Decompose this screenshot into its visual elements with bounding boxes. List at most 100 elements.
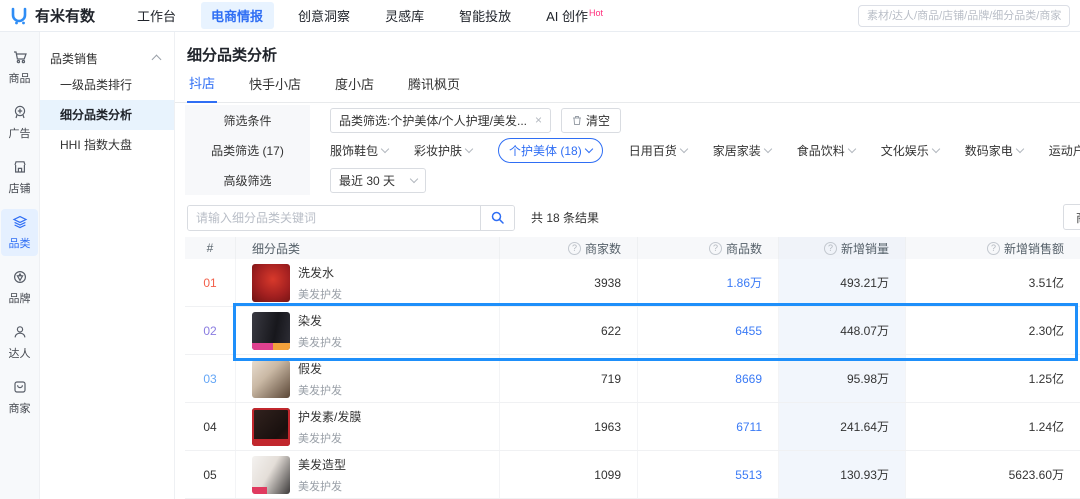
- active-filter-tag-label: 品类筛选:个护美体/个人护理/美发...: [339, 112, 527, 129]
- page-title: 细分品类分析: [187, 44, 277, 65]
- main-content: 细分品类分析 抖店 快手小店 度小店 腾讯枫页 筛选条件 品类筛选:个护美体/个人护理…: [175, 32, 1080, 499]
- table-row[interactable]: 04 护发素/发膜 美发护发 1963 6711 2: [185, 403, 1080, 451]
- category-chip[interactable]: 家居家装: [713, 142, 771, 159]
- active-filter-tag[interactable]: 品类筛选:个护美体/个人护理/美发... ×: [330, 108, 551, 133]
- sidebar-item[interactable]: 一级品类排行: [40, 70, 174, 100]
- header-new-sales-volume[interactable]: ? 新增销量: [778, 237, 905, 259]
- rail-item[interactable]: 商品: [0, 44, 39, 91]
- table-row[interactable]: 03 假发 美发护发 719 8669 95.98万: [185, 355, 1080, 403]
- category-chip[interactable]: 日用百货: [629, 142, 687, 159]
- top-nav-item[interactable]: AI 创作Hot: [536, 2, 613, 29]
- sidebar-group-category-sales[interactable]: 品类销售: [40, 46, 174, 70]
- clipped-right-button[interactable]: 商: [1063, 204, 1080, 230]
- icon-rail: 商品 广告 店铺 品类 品牌 达人 商家: [0, 32, 40, 499]
- keyword-search-button[interactable]: [480, 206, 514, 230]
- category-chip[interactable]: 数码家电: [965, 142, 1023, 159]
- table-row[interactable]: 02 染发 美发护发 622 6455 448.07: [185, 307, 1080, 355]
- app-logo[interactable]: 有米有数: [10, 5, 95, 26]
- chevron-down-icon: [1016, 144, 1024, 152]
- sidebar-item[interactable]: HHI 指数大盘: [40, 130, 174, 160]
- rail-item[interactable]: 广告: [0, 99, 39, 146]
- secondary-sidebar: 品类销售 一级品类排行细分品类分析HHI 指数大盘: [40, 32, 175, 499]
- sidebar-group-label: 品类销售: [50, 50, 98, 67]
- cart-icon: [12, 49, 28, 68]
- filter-row-categories: 品类筛选 (17) 服饰鞋包 彩妆护肤 个护美体 (18): [185, 135, 1080, 165]
- parent-category: 美发护发: [298, 382, 342, 398]
- help-icon[interactable]: ?: [709, 242, 722, 255]
- product-count-link[interactable]: 1.86万: [637, 259, 778, 306]
- help-icon[interactable]: ?: [824, 242, 837, 255]
- clear-filters-button[interactable]: 清空: [561, 108, 621, 133]
- table-row[interactable]: 05 美发造型 美发护发 1099 5513 130: [185, 451, 1080, 499]
- header-subcategory: 细分品类: [235, 237, 499, 259]
- header-merchant-count[interactable]: ? 商家数: [499, 237, 637, 259]
- new-sales-volume: 130.93万: [778, 451, 905, 498]
- global-search-input[interactable]: [858, 5, 1070, 27]
- platform-tab[interactable]: 度小店: [333, 74, 376, 102]
- product-count-link[interactable]: 6711: [637, 403, 778, 450]
- top-nav-item[interactable]: 创意洞察: [288, 2, 361, 29]
- rail-item[interactable]: 达人: [0, 319, 39, 366]
- chevron-down-icon: [848, 144, 856, 152]
- filter-conditions-label: 筛选条件: [185, 105, 310, 135]
- product-thumbnail[interactable]: [252, 456, 290, 494]
- top-nav-item[interactable]: 灵感库: [375, 2, 435, 29]
- ad-icon: [12, 104, 28, 123]
- rank-number: 02: [203, 324, 216, 338]
- help-icon[interactable]: ?: [987, 242, 1000, 255]
- keyword-search-input[interactable]: [188, 206, 480, 230]
- top-nav-item[interactable]: 工作台: [127, 2, 187, 29]
- platform-tab[interactable]: 腾讯枫页: [406, 74, 462, 102]
- app-window: 有米有数 工作台 电商情报 创意洞察 灵感库 智能投放 AI 创作Hot: [0, 0, 1080, 499]
- product-count-link[interactable]: 5513: [637, 451, 778, 498]
- top-nav: 工作台 电商情报 创意洞察 灵感库 智能投放 AI 创作Hot: [127, 2, 613, 29]
- top-nav-item-label: 智能投放: [459, 9, 511, 24]
- sidebar-item[interactable]: 细分品类分析: [40, 100, 174, 130]
- subcategory-name[interactable]: 护发素/发膜: [298, 408, 361, 425]
- platform-tab[interactable]: 抖店: [187, 73, 217, 103]
- product-thumbnail[interactable]: [252, 408, 290, 446]
- category-chip[interactable]: 服饰鞋包: [330, 142, 388, 159]
- subcategory-name[interactable]: 染发: [298, 312, 342, 329]
- body: 商品 广告 店铺 品类 品牌 达人 商家: [0, 32, 1080, 499]
- top-nav-item[interactable]: 智能投放: [449, 2, 522, 29]
- category-chip[interactable]: 文化娱乐: [881, 142, 939, 159]
- rail-item-label: 商家: [9, 400, 31, 416]
- category-chip[interactable]: 个护美体 (18): [498, 138, 603, 163]
- product-thumbnail[interactable]: [252, 360, 290, 398]
- rail-item-label: 店铺: [9, 180, 31, 196]
- top-nav-item[interactable]: 电商情报: [201, 2, 274, 29]
- subcategory-name[interactable]: 洗发水: [298, 264, 342, 281]
- platform-tab[interactable]: 快手小店: [247, 74, 303, 102]
- new-sales-volume: 95.98万: [778, 355, 905, 402]
- hot-badge: Hot: [589, 8, 603, 18]
- rail-item[interactable]: 品类: [1, 209, 38, 256]
- parent-category: 美发护发: [298, 478, 346, 494]
- chevron-down-icon: [584, 144, 592, 152]
- subcategory-name[interactable]: 美发造型: [298, 456, 346, 473]
- product-thumbnail[interactable]: [252, 312, 290, 350]
- top-bar: 有米有数 工作台 电商情报 创意洞察 灵感库 智能投放 AI 创作Hot: [0, 0, 1080, 32]
- table-row[interactable]: 01 洗发水 美发护发 3938 1.86万 493: [185, 259, 1080, 307]
- rail-item[interactable]: 商家: [0, 374, 39, 421]
- help-icon[interactable]: ?: [568, 242, 581, 255]
- category-chip-label: 个护美体 (18): [509, 142, 582, 159]
- subcategory-name[interactable]: 假发: [298, 360, 342, 377]
- header-new-sales-amount[interactable]: ? 新增销售额: [905, 237, 1080, 259]
- category-chip[interactable]: 运动户外: [1049, 142, 1080, 159]
- header-product-count[interactable]: ? 商品数: [637, 237, 778, 259]
- rail-item[interactable]: 品牌: [0, 264, 39, 311]
- product-count-link[interactable]: 8669: [637, 355, 778, 402]
- remove-tag-icon[interactable]: ×: [535, 113, 542, 127]
- category-chip[interactable]: 彩妆护肤: [414, 142, 472, 159]
- header-rank: #: [185, 237, 235, 259]
- product-count-link[interactable]: 6455: [637, 307, 778, 354]
- product-thumbnail[interactable]: [252, 264, 290, 302]
- shop-icon: [12, 159, 28, 178]
- rail-item[interactable]: 店铺: [0, 154, 39, 201]
- clear-filters-label: 清空: [586, 112, 610, 129]
- date-range-select[interactable]: 最近 30 天: [330, 168, 426, 193]
- new-sales-amount: 5623.60万: [905, 451, 1080, 498]
- category-chip[interactable]: 食品饮料: [797, 142, 855, 159]
- category-chip-label: 家居家装: [713, 142, 761, 159]
